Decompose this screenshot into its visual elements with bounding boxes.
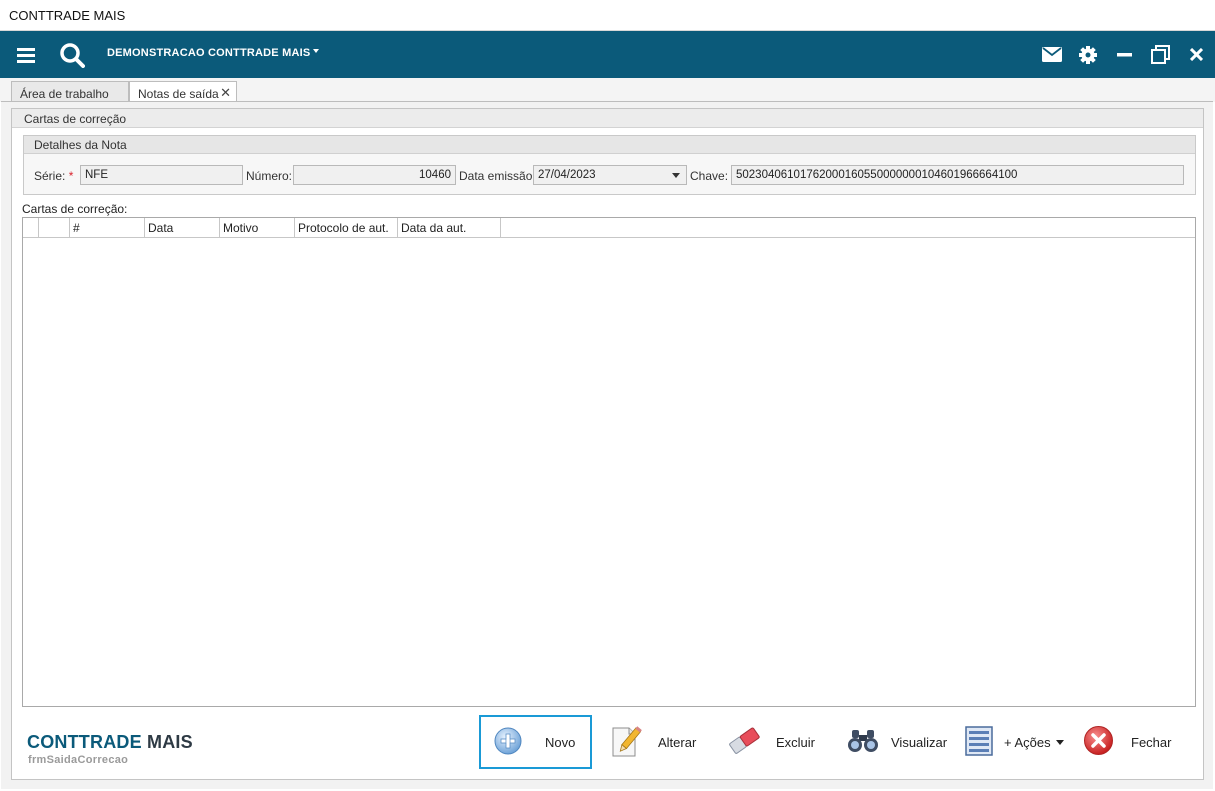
serie-label: Série: * bbox=[34, 169, 73, 183]
restore-icon[interactable] bbox=[1148, 31, 1172, 78]
data-emissao-label: Data emissão: bbox=[459, 169, 536, 183]
grid-header: # Data Motivo Protocolo de aut. Data da … bbox=[23, 218, 1195, 238]
data-emissao-value: 27/04/2023 bbox=[538, 169, 596, 181]
col-indicator bbox=[23, 218, 39, 238]
mail-icon[interactable] bbox=[1040, 31, 1064, 78]
brand-logo: CONTTRADE MAIS bbox=[27, 732, 193, 753]
company-name: DEMONSTRACAO CONTTRADE MAIS bbox=[107, 47, 311, 59]
list-label: Cartas de correção: bbox=[22, 202, 128, 216]
required-mark: * bbox=[68, 169, 74, 183]
visualizar-label: Visualizar bbox=[891, 734, 948, 750]
plus-circle-icon bbox=[493, 726, 523, 759]
data-emissao-select[interactable]: 27/04/2023 bbox=[533, 165, 687, 185]
close-icon[interactable] bbox=[1186, 31, 1206, 78]
tab-label: Área de trabalho bbox=[20, 87, 109, 101]
serie-field[interactable]: NFE bbox=[80, 165, 243, 185]
chave-label: Chave: bbox=[690, 169, 729, 183]
fechar-button[interactable]: Fechar bbox=[1083, 715, 1188, 769]
novo-label: Novo bbox=[545, 734, 576, 750]
list-icon bbox=[965, 725, 993, 759]
gear-icon[interactable] bbox=[1076, 31, 1100, 78]
serie-label-text: Série: bbox=[34, 169, 66, 183]
novo-button[interactable]: Novo bbox=[479, 715, 592, 769]
cartas-grid[interactable]: # Data Motivo Protocolo de aut. Data da … bbox=[22, 217, 1196, 707]
tab-strip: Área de trabalho Notas de saída ✕ bbox=[0, 78, 1215, 103]
detalhes-nota-group: Detalhes da Nota Série: * NFE Número: 10… bbox=[23, 135, 1196, 195]
chave-field[interactable]: 5023040610176200016055000000010460196666… bbox=[731, 165, 1184, 185]
alterar-button[interactable]: Alterar bbox=[610, 715, 710, 769]
window-title: CONTTRADE MAIS bbox=[9, 8, 126, 23]
chevron-down-icon[interactable] bbox=[672, 173, 680, 178]
cartas-correcao-panel: Cartas de correção Detalhes da Nota Séri… bbox=[11, 108, 1204, 780]
excluir-button[interactable]: Excluir bbox=[727, 715, 827, 769]
minimize-icon[interactable] bbox=[1113, 31, 1135, 78]
group-title: Detalhes da Nota bbox=[24, 136, 1195, 154]
alterar-label: Alterar bbox=[658, 734, 697, 750]
binoculars-icon bbox=[847, 728, 879, 757]
tab-notas-de-saida[interactable]: Notas de saída ✕ bbox=[129, 81, 237, 103]
eraser-icon bbox=[727, 726, 761, 759]
top-navbar: DEMONSTRACAO CONTTRADE MAIS bbox=[0, 31, 1215, 78]
visualizar-button[interactable]: Visualizar bbox=[847, 715, 957, 769]
acoes-dropdown-button[interactable]: + Ações bbox=[965, 715, 1070, 769]
brand-main: CONTTRADE bbox=[27, 732, 142, 752]
tab-label: Notas de saída bbox=[138, 87, 219, 101]
tab-close-icon[interactable]: ✕ bbox=[220, 85, 231, 101]
excluir-label: Excluir bbox=[776, 734, 816, 750]
col-check bbox=[39, 218, 70, 238]
company-selector[interactable]: DEMONSTRACAO CONTTRADE MAIS bbox=[107, 47, 320, 59]
brand-suffix: MAIS bbox=[141, 732, 193, 752]
caret-down-icon bbox=[1055, 739, 1064, 745]
chevron-down-icon bbox=[313, 49, 320, 54]
col-motivo[interactable]: Motivo bbox=[220, 218, 295, 238]
col-numero[interactable]: # bbox=[70, 218, 145, 238]
menu-icon[interactable] bbox=[14, 31, 38, 78]
footer-bar: CONTTRADE MAIS frmSaidaCorrecao Novo Alt… bbox=[12, 715, 1203, 779]
numero-label: Número: bbox=[246, 169, 293, 183]
acoes-label: + Ações bbox=[1004, 734, 1051, 750]
numero-field[interactable]: 10460 bbox=[293, 165, 456, 185]
col-data-aut[interactable]: Data da aut. bbox=[398, 218, 501, 238]
panel-title: Cartas de correção bbox=[12, 109, 1203, 128]
close-circle-icon bbox=[1083, 725, 1114, 759]
window-titlebar: CONTTRADE MAIS bbox=[0, 0, 1215, 31]
main-content: Cartas de correção Detalhes da Nota Séri… bbox=[1, 101, 1213, 789]
tab-area-de-trabalho[interactable]: Área de trabalho bbox=[11, 81, 129, 102]
col-protocolo[interactable]: Protocolo de aut. bbox=[295, 218, 398, 238]
col-data[interactable]: Data bbox=[145, 218, 220, 238]
form-name: frmSaidaCorrecao bbox=[28, 754, 129, 766]
search-icon[interactable] bbox=[57, 31, 87, 78]
fechar-label: Fechar bbox=[1131, 734, 1172, 750]
edit-document-icon bbox=[610, 724, 642, 761]
